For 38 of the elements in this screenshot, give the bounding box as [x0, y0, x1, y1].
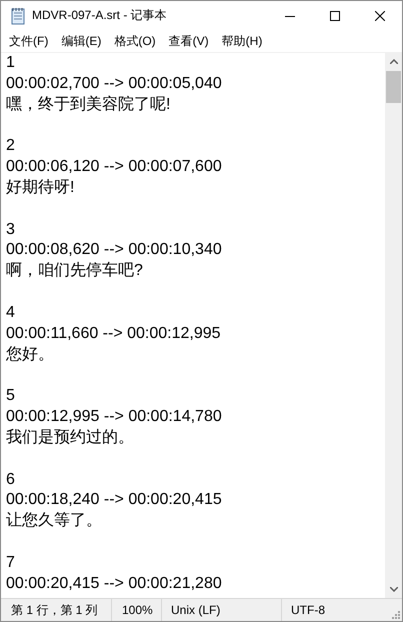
menu-item[interactable]: 编辑(E): [55, 32, 108, 50]
text-line: 3: [6, 220, 15, 240]
text-line: 00:00:18,240 --> 00:00:20,415: [6, 490, 222, 510]
text-line: 00:00:06,120 --> 00:00:07,600: [6, 157, 222, 178]
status-field: 100%: [112, 599, 162, 621]
text-line: 00:00:11,660 --> 00:00:12,995: [6, 324, 221, 344]
scrollbar-thumb[interactable]: [386, 71, 401, 103]
text-line: 啊，咱们先停车吧?: [6, 261, 143, 282]
text-line: 让您久等了。: [6, 511, 102, 532]
text-line: 5: [6, 386, 15, 406]
menu-item[interactable]: 帮助(H): [216, 32, 268, 50]
maximize-icon[interactable]: [330, 10, 340, 20]
text-line: 00:00:02,700 --> 00:00:05,040: [6, 74, 222, 94]
text-line: 00:00:12,995 --> 00:00:14,780: [6, 407, 222, 428]
scroll-up-icon[interactable]: [390, 59, 398, 64]
text-line: 您好。: [6, 344, 54, 365]
text-line: 00:00:20,415 --> 00:00:21,280: [6, 574, 222, 594]
text-line: 好期待呀!: [6, 178, 74, 198]
text-line: 7: [6, 552, 15, 573]
scrollbar[interactable]: [385, 53, 402, 598]
text-line: 2: [6, 136, 15, 156]
window-title: MDVR-097-A.srt - 记事本: [32, 7, 168, 24]
text-line: 我们是预约过的。: [6, 428, 134, 448]
resize-grip-icon[interactable]: [390, 609, 400, 619]
menu-item[interactable]: 查看(V): [162, 32, 215, 50]
menu-item[interactable]: 文件(F): [3, 32, 54, 50]
scroll-down-icon[interactable]: [390, 587, 398, 592]
status-field: Unix (LF): [162, 599, 282, 621]
text-line: 1: [6, 53, 15, 73]
notepad-icon: [10, 6, 26, 24]
text-line: 4: [6, 302, 15, 323]
status-field: UTF-8: [282, 599, 382, 621]
text-line: 00:00:08,620 --> 00:00:10,340: [6, 240, 222, 260]
close-icon[interactable]: [374, 10, 384, 20]
status-field: 第 1 行，第 1 列: [1, 599, 112, 621]
menu-item[interactable]: 格式(O): [108, 32, 162, 50]
text-line: 嘿，终于到美容院了呢!: [6, 94, 170, 115]
text-line: 6: [6, 470, 15, 490]
